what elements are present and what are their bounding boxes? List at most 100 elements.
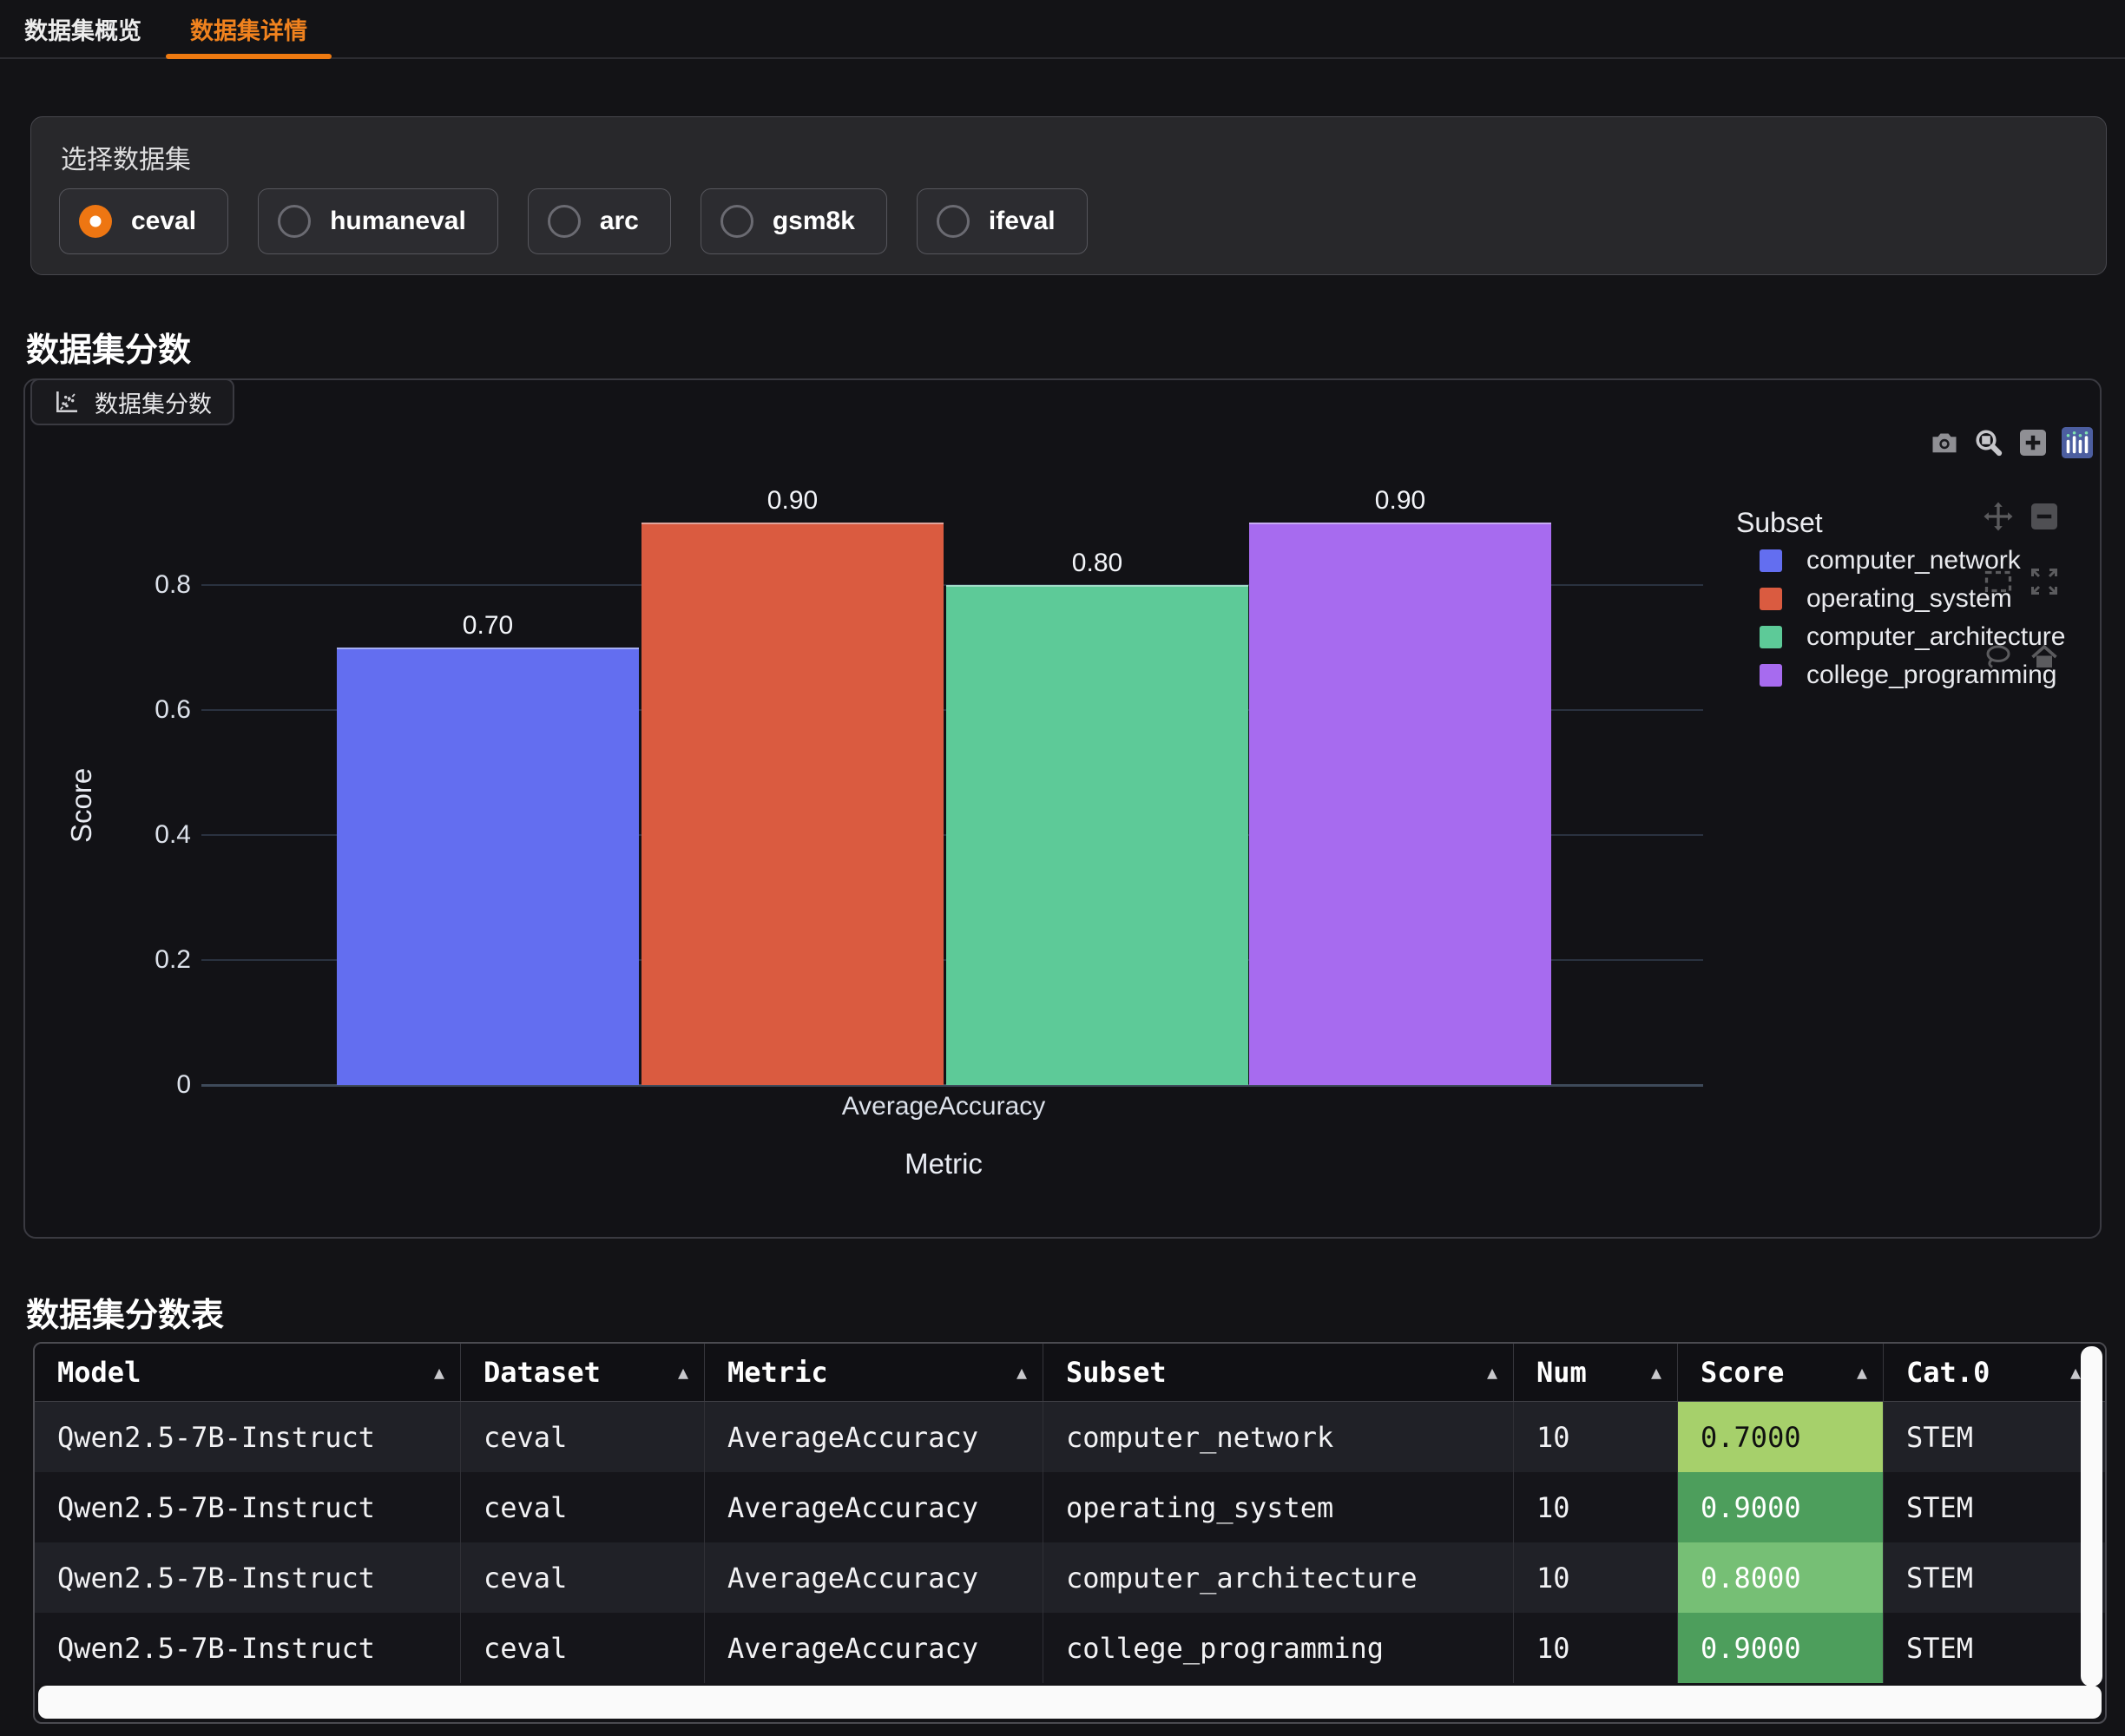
column-header[interactable]: Dataset ▲ bbox=[461, 1344, 705, 1401]
legend-swatch bbox=[1760, 626, 1782, 648]
legend-swatch bbox=[1760, 664, 1782, 687]
legend: computer_network operating_system comput… bbox=[1760, 542, 2065, 694]
cell-metric: AverageAccuracy bbox=[705, 1472, 1043, 1542]
cell-num: 10 bbox=[1514, 1472, 1678, 1542]
table-row: Qwen2.5-7B-InstructcevalAverageAccuracyc… bbox=[35, 1542, 2105, 1613]
legend-title: Subset bbox=[1736, 507, 1823, 539]
cell-num: 10 bbox=[1514, 1613, 1678, 1683]
legend-item-label: operating_system bbox=[1806, 584, 2012, 614]
cell-cat0: STEM bbox=[1884, 1402, 2096, 1472]
bar-value-label: 0.80 bbox=[946, 547, 1248, 580]
column-header[interactable]: Score ▲ bbox=[1678, 1344, 1884, 1401]
legend-item-label: computer_architecture bbox=[1806, 622, 2065, 652]
legend-item[interactable]: operating_system bbox=[1760, 580, 2065, 618]
cell-metric: AverageAccuracy bbox=[705, 1542, 1043, 1613]
top-tab-label: 数据集概览 bbox=[24, 12, 141, 46]
bar-value-label: 0.70 bbox=[337, 609, 639, 642]
cell-metric: AverageAccuracy bbox=[705, 1402, 1043, 1472]
cell-cat0: STEM bbox=[1884, 1613, 2096, 1683]
y-tick-label: 0.6 bbox=[25, 692, 191, 728]
table-section-heading: 数据集分数表 bbox=[26, 1297, 224, 1335]
dataset-radio-option[interactable]: humaneval bbox=[258, 188, 498, 254]
table-horizontal-scrollbar[interactable] bbox=[38, 1686, 2102, 1719]
dataset-radio-option[interactable]: gsm8k bbox=[701, 188, 887, 254]
radio-option-label: humaneval bbox=[330, 207, 466, 236]
legend-item[interactable]: college_programming bbox=[1760, 656, 2065, 694]
y-tick-label: 0 bbox=[25, 1067, 191, 1103]
radio-icon bbox=[278, 205, 311, 238]
radio-option-label: gsm8k bbox=[773, 207, 855, 236]
bar-computer_network[interactable] bbox=[337, 648, 639, 1085]
column-header[interactable]: Model ▲ bbox=[35, 1344, 461, 1401]
column-header-label: Dataset bbox=[484, 1356, 601, 1389]
chart-section-heading: 数据集分数 bbox=[26, 332, 191, 370]
column-header[interactable]: Subset ▲ bbox=[1043, 1344, 1514, 1401]
cell-dataset: ceval bbox=[461, 1472, 705, 1542]
dataset-radio-option[interactable]: arc bbox=[528, 188, 671, 254]
column-header-label: Cat.0 bbox=[1906, 1356, 1990, 1389]
top-tab[interactable]: 数据集概览 bbox=[0, 0, 166, 57]
column-header-label: Score bbox=[1701, 1356, 1784, 1389]
sort-arrow-icon: ▲ bbox=[1857, 1362, 1867, 1383]
dataset-selector-panel: 选择数据集 ceval humaneval arc gsm8k ifeval bbox=[30, 116, 2107, 275]
cell-cat0: STEM bbox=[1884, 1472, 2096, 1542]
page: 数据集概览 数据集详情 选择数据集 ceval humaneval arc gs… bbox=[0, 0, 2125, 1736]
scores-table: Model ▲ Dataset ▲ Metric ▲ Subset ▲ Num … bbox=[33, 1342, 2107, 1724]
y-tick-label: 0.4 bbox=[25, 817, 191, 853]
sort-arrow-icon: ▲ bbox=[1651, 1362, 1661, 1383]
table-row: Qwen2.5-7B-InstructcevalAverageAccuracyo… bbox=[35, 1472, 2105, 1542]
cell-cat0: STEM bbox=[1884, 1542, 2096, 1613]
legend-item[interactable]: computer_architecture bbox=[1760, 618, 2065, 656]
sort-arrow-icon: ▲ bbox=[678, 1362, 688, 1383]
cell-metric: AverageAccuracy bbox=[705, 1613, 1043, 1683]
cell-model: Qwen2.5-7B-Instruct bbox=[35, 1472, 461, 1542]
dataset-radio-group: ceval humaneval arc gsm8k ifeval bbox=[59, 188, 1088, 254]
radio-icon bbox=[79, 205, 112, 238]
legend-item[interactable]: computer_network bbox=[1760, 542, 2065, 580]
cell-num: 10 bbox=[1514, 1402, 1678, 1472]
cell-num: 10 bbox=[1514, 1542, 1678, 1613]
radio-option-label: ceval bbox=[131, 207, 196, 236]
sort-arrow-icon: ▲ bbox=[2070, 1362, 2081, 1383]
column-header[interactable]: Num ▲ bbox=[1514, 1344, 1678, 1401]
legend-swatch bbox=[1760, 588, 1782, 610]
bar-value-label: 0.90 bbox=[1249, 484, 1551, 517]
bar-value-label: 0.90 bbox=[641, 484, 944, 517]
bar-computer_architecture[interactable] bbox=[946, 585, 1248, 1085]
y-tick-label: 0.8 bbox=[25, 567, 191, 603]
table-header-row: Model ▲ Dataset ▲ Metric ▲ Subset ▲ Num … bbox=[35, 1344, 2105, 1402]
selector-title: 选择数据集 bbox=[61, 138, 191, 176]
y-tick-label: 0.2 bbox=[25, 942, 191, 978]
top-tab[interactable]: 数据集详情 bbox=[166, 0, 332, 57]
top-tab-label: 数据集详情 bbox=[190, 12, 307, 46]
legend-swatch bbox=[1760, 549, 1782, 572]
table-vertical-scrollbar[interactable] bbox=[2081, 1346, 2102, 1687]
chart-card: 数据集分数 bbox=[23, 378, 2102, 1239]
bar-college_programming[interactable] bbox=[1249, 523, 1551, 1085]
cell-subset: computer_network bbox=[1043, 1402, 1514, 1472]
cell-score: 0.9000 bbox=[1678, 1613, 1884, 1683]
legend-item-label: college_programming bbox=[1806, 661, 2057, 690]
dataset-radio-option[interactable]: ceval bbox=[59, 188, 228, 254]
cell-score: 0.7000 bbox=[1678, 1402, 1884, 1472]
dataset-radio-option[interactable]: ifeval bbox=[917, 188, 1088, 254]
cell-subset: college_programming bbox=[1043, 1613, 1514, 1683]
radio-icon bbox=[548, 205, 581, 238]
x-axis-title: Metric bbox=[813, 1147, 1074, 1180]
sort-arrow-icon: ▲ bbox=[434, 1362, 444, 1383]
radio-icon bbox=[937, 205, 970, 238]
column-header[interactable]: Metric ▲ bbox=[705, 1344, 1043, 1401]
sort-arrow-icon: ▲ bbox=[1016, 1362, 1027, 1383]
table-body: Qwen2.5-7B-InstructcevalAverageAccuracyc… bbox=[35, 1402, 2105, 1683]
cell-dataset: ceval bbox=[461, 1613, 705, 1683]
column-header-label: Num bbox=[1536, 1356, 1587, 1389]
sort-arrow-icon: ▲ bbox=[1487, 1362, 1497, 1383]
x-tick-label: AverageAccuracy bbox=[813, 1092, 1074, 1121]
cell-subset: operating_system bbox=[1043, 1472, 1514, 1542]
cell-model: Qwen2.5-7B-Instruct bbox=[35, 1613, 461, 1683]
cell-model: Qwen2.5-7B-Instruct bbox=[35, 1402, 461, 1472]
column-header[interactable]: Cat.0 ▲ bbox=[1884, 1344, 2096, 1401]
column-header-label: Subset bbox=[1066, 1356, 1167, 1389]
bar-operating_system[interactable] bbox=[641, 523, 944, 1085]
column-header-label: Metric bbox=[727, 1356, 828, 1389]
